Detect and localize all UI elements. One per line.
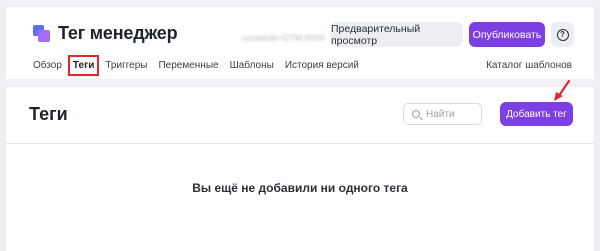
add-tag-button[interactable]: Добавить тег [500,102,573,126]
search-input[interactable] [426,108,481,120]
help-button[interactable]: ? [551,22,574,47]
preview-button[interactable]: Предварительный просмотр [331,22,463,47]
publish-button[interactable]: Опубликовать [469,22,545,47]
empty-state-message: Вы ещё не добавили ни одного тега [192,181,408,195]
page-title: Теги [29,104,68,124]
arrow-icon [554,79,571,101]
brand[interactable]: Тег менеджер [33,23,178,44]
account-name[interactable]: container-GTM-0000 [242,33,325,43]
tab-version-history[interactable]: История версий [285,60,359,71]
divider [6,143,594,144]
search-icon [412,110,420,118]
search-box[interactable] [403,103,482,125]
header-panel: Тег менеджер container-GTM-0000 Предвари… [6,7,594,79]
nav-tabs: Обзор Теги Триггеры Переменные Шаблоны И… [33,55,370,76]
template-catalog-link[interactable]: Каталог шаблонов [486,60,572,71]
tab-tags[interactable]: Теги [67,55,100,76]
tab-triggers[interactable]: Триггеры [105,60,147,71]
tab-overview[interactable]: Обзор [33,60,62,71]
tags-panel: Теги Добавить тег Вы ещё не добавили ни … [6,87,594,251]
logo-icon [33,25,50,42]
tab-templates[interactable]: Шаблоны [230,60,274,71]
app-title: Тег менеджер [58,23,178,43]
tab-variables[interactable]: Переменные [158,60,218,71]
help-icon: ? [556,28,569,41]
